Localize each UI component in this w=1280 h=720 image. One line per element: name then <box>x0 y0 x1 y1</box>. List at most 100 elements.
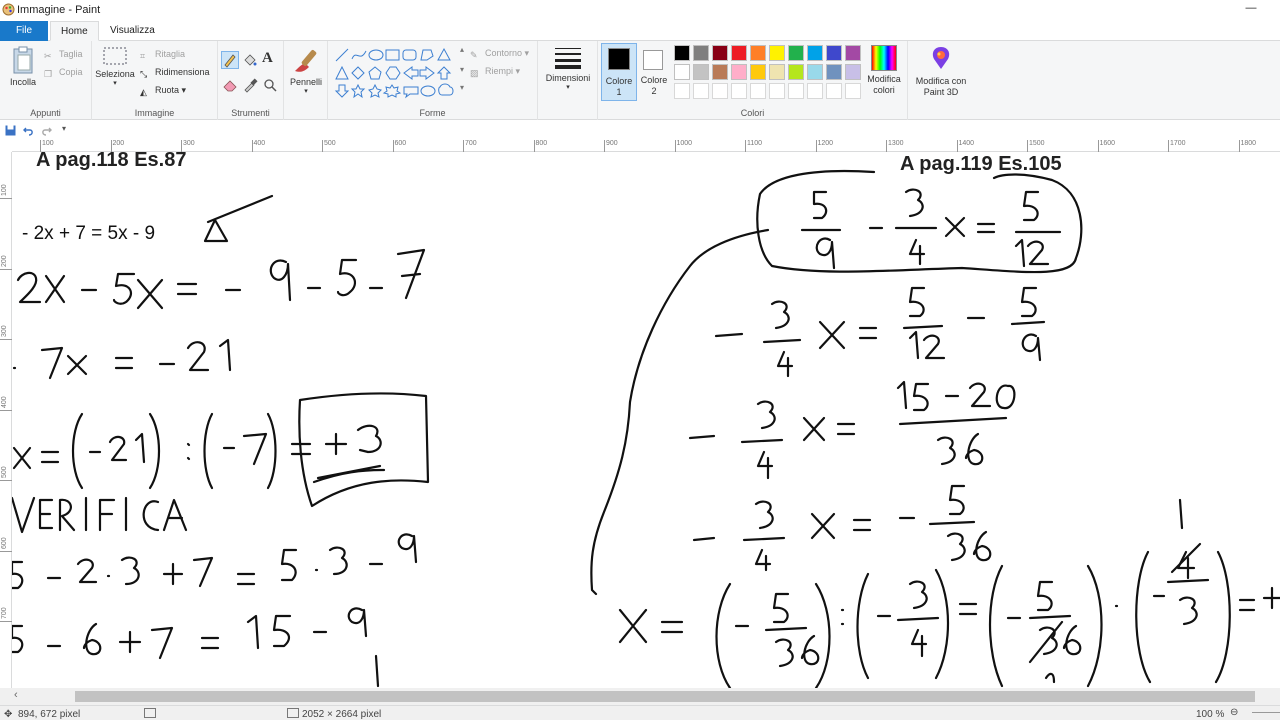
ruler-tick <box>322 140 323 152</box>
zoom-slider[interactable] <box>1252 712 1280 713</box>
rotate-dropdown-icon: ▾ <box>181 85 187 95</box>
scroll-left-icon[interactable]: ‹ <box>14 689 18 701</box>
tab-view[interactable]: Visualizza <box>100 21 165 41</box>
crop-label: Ritaglia <box>155 49 186 59</box>
custom-color-slot[interactable] <box>788 83 804 99</box>
copy-icon: ❐ <box>44 69 53 79</box>
edit-with-paint3d-button[interactable]: Modifica con Paint 3D <box>910 45 972 98</box>
resize-icon: ⤡ <box>140 69 148 79</box>
fill-button[interactable]: ▨ Riempi ▾ <box>470 63 520 79</box>
palette-color-swatch[interactable] <box>750 64 766 80</box>
shapes-scroll-down-icon[interactable]: ▾ <box>460 65 464 74</box>
custom-color-slot[interactable] <box>712 83 728 99</box>
fill-tool-button[interactable] <box>242 52 258 68</box>
ruler-tick <box>181 140 182 152</box>
brushes-dropdown-icon: ▾ <box>304 88 308 95</box>
triangle-shape-icon <box>437 47 451 61</box>
crop-icon: ⌗ <box>140 51 146 61</box>
shapes-scroll-up-icon[interactable]: ▴ <box>460 45 464 54</box>
color1-button[interactable]: Colore 1 <box>601 43 637 101</box>
paste-button[interactable]: Incolla <box>6 45 40 87</box>
magnifier-tool-button[interactable] <box>262 77 278 93</box>
palette-color-swatch[interactable] <box>769 45 785 61</box>
magnifier-icon <box>264 79 277 92</box>
tab-home[interactable]: Home <box>50 21 99 41</box>
palette-color-swatch[interactable] <box>731 45 747 61</box>
size-button[interactable]: Dimensioni ▾ <box>544 45 592 91</box>
ruler-tick-label: 1200 <box>817 140 834 147</box>
ruler-tick <box>392 140 394 152</box>
palette-color-swatch[interactable] <box>845 64 861 80</box>
ruler-tick-label: 1000 <box>676 140 693 147</box>
outline-label: Contorno <box>485 48 523 58</box>
palette-color-swatch[interactable] <box>788 45 804 61</box>
palette-color-swatch[interactable] <box>674 45 690 61</box>
horizontal-scrollbar[interactable]: ‹ <box>0 688 1280 705</box>
eraser-tool-button[interactable] <box>222 77 238 93</box>
palette-color-swatch[interactable] <box>807 64 823 80</box>
pencil-tool-button[interactable] <box>221 51 239 69</box>
custom-color-slot[interactable] <box>807 83 823 99</box>
undo-icon[interactable] <box>23 125 34 136</box>
image-group-label: Immagine <box>134 108 175 118</box>
ribbon: Incolla ✂ Taglia ❐ Copia Appunti Seleziona… <box>0 41 1280 120</box>
color2-label: Colore 2 <box>640 75 668 96</box>
color-spectrum-icon <box>871 45 897 71</box>
cut-button[interactable]: ✂ Taglia <box>44 46 83 62</box>
resize-button[interactable]: ⤡ Ridimensiona <box>140 64 210 80</box>
star5-shape-icon <box>368 83 382 98</box>
paint3d-icon <box>932 47 950 69</box>
palette-color-swatch[interactable] <box>845 45 861 61</box>
palette-color-swatch[interactable] <box>807 45 823 61</box>
palette-color-swatch[interactable] <box>674 64 690 80</box>
custom-color-slot[interactable] <box>731 83 747 99</box>
color2-button[interactable]: Colore 2 <box>638 43 670 101</box>
ruler-tick-label: 200 <box>112 140 125 147</box>
palette-color-swatch[interactable] <box>769 64 785 80</box>
save-icon[interactable] <box>5 125 16 136</box>
select-button[interactable]: Seleziona ▾ <box>94 45 136 87</box>
shapes-expand-icon[interactable]: ▾ <box>460 83 464 92</box>
palette-color-swatch[interactable] <box>693 45 709 61</box>
custom-color-slot[interactable] <box>693 83 709 99</box>
custom-color-slot[interactable] <box>845 83 861 99</box>
palette-color-swatch[interactable] <box>712 45 728 61</box>
palette-color-swatch[interactable] <box>826 45 842 61</box>
clipboard-group: Incolla ✂ Taglia ❐ Copia Appunti <box>0 41 92 120</box>
brushes-button[interactable]: Pennelli ▾ <box>286 45 326 95</box>
outline-icon: ✎ <box>470 50 478 60</box>
crop-button[interactable]: ⌗ Ritaglia <box>140 46 185 62</box>
customize-toolbar-icon[interactable]: ▾ <box>62 124 66 133</box>
palette-color-swatch[interactable] <box>712 64 728 80</box>
tab-file[interactable]: File <box>0 21 48 41</box>
zoom-out-icon[interactable]: ⊖ <box>1230 707 1238 718</box>
drawing-canvas[interactable]: A pag.118 Es.87 A pag.119 Es.105 - 2x + … <box>12 152 1280 688</box>
palette-color-swatch[interactable] <box>826 64 842 80</box>
outline-button[interactable]: ✎ Contorno ▾ <box>470 45 529 61</box>
rounded-rectangle-shape-icon <box>402 49 417 61</box>
redo-icon[interactable] <box>41 125 52 136</box>
brushes-group: Pennelli ▾ <box>284 41 328 120</box>
edit-colors-button[interactable]: Modifica colori <box>860 45 908 96</box>
colors-group: Colore 1 Colore 2 Modifica colori Colori <box>598 41 908 120</box>
color-picker-tool-button[interactable] <box>242 77 258 93</box>
custom-color-slot[interactable] <box>674 83 690 99</box>
palette-color-swatch[interactable] <box>788 64 804 80</box>
rotate-button[interactable]: ◭ Ruota ▾ <box>140 82 186 98</box>
minimize-button[interactable]: — <box>1242 2 1260 18</box>
palette-color-swatch[interactable] <box>693 64 709 80</box>
handwriting-layer <box>12 169 1280 688</box>
paste-label: Incolla <box>9 77 36 87</box>
text-icon: A <box>262 50 273 66</box>
shapes-gallery[interactable] <box>334 47 460 99</box>
custom-color-slot[interactable] <box>750 83 766 99</box>
ruler-tick-label: 300 <box>183 140 195 147</box>
copy-button[interactable]: ❐ Copia <box>44 64 83 80</box>
palette-color-swatch[interactable] <box>750 45 766 61</box>
scrollbar-thumb[interactable] <box>75 691 1255 702</box>
custom-color-slot[interactable] <box>769 83 785 99</box>
text-tool-button[interactable]: A <box>262 50 278 68</box>
palette-color-swatch[interactable] <box>731 64 747 80</box>
outline-dropdown-icon: ▾ <box>524 48 530 58</box>
custom-color-slot[interactable] <box>826 83 842 99</box>
